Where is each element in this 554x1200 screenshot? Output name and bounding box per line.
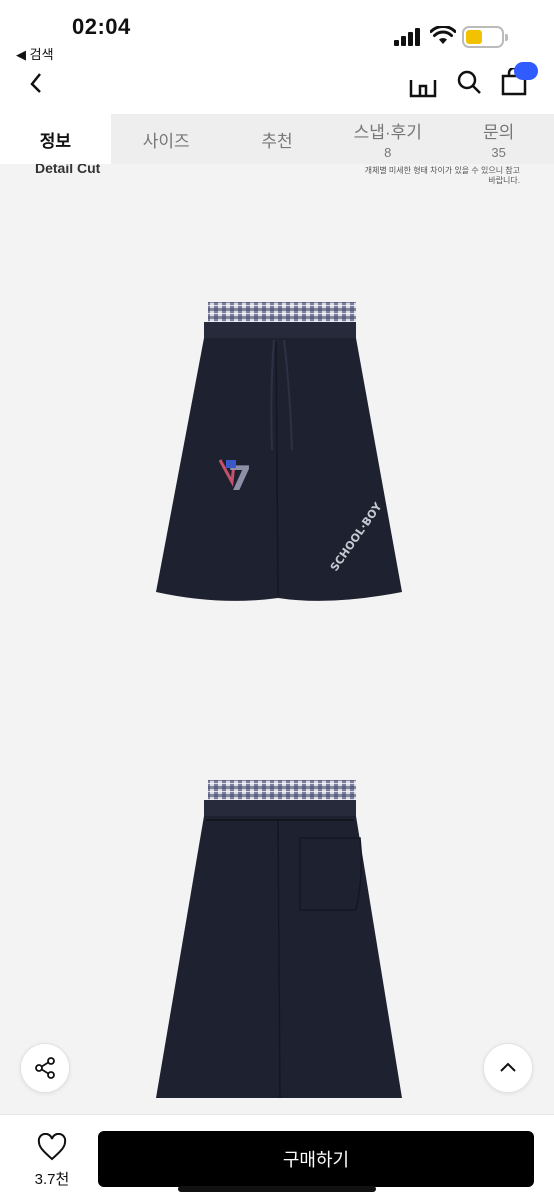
back-to-search-link[interactable]: ◀ 검색 [16,44,54,63]
notice-text: 개체별 미세한 형태 차이가 있을 수 있으니 참고 바랍니다. [364,166,520,185]
share-icon [35,1057,55,1079]
cart-badge [514,62,538,80]
tab-label: 정보 [39,131,72,151]
tab-count: 8 [384,145,392,160]
chevron-up-icon [500,1062,516,1072]
buy-button[interactable]: 구매하기 [98,1131,534,1187]
tab-info[interactable]: 정보 [0,114,111,164]
wifi-icon [430,26,456,44]
product-tabs: 정보 사이즈 추천 스냅·후기 8 문의 35 [0,114,554,164]
like-count: 3.7천 [34,1171,70,1188]
home-icon[interactable] [408,70,438,98]
tab-label: 스냅·후기 [353,123,422,142]
section-title: Detail Cut [35,164,101,176]
tab-label: 추천 [261,131,293,151]
cellular-signal-icon [394,28,422,46]
status-bar: 02:04 ◀ 검색 [0,0,554,64]
tab-count: 35 [491,145,506,160]
search-icon[interactable] [454,68,484,96]
home-indicator [178,1186,376,1192]
product-detail-content: Detail Cut 개체별 미세한 형태 차이가 있을 수 있으니 참고 바랍… [0,164,554,1114]
shorts-front-image: 7 SCHOOL·BOY [156,302,402,601]
chevron-left-icon[interactable] [26,70,48,94]
tab-label: 문의 [482,123,515,142]
tab-label: 사이즈 [142,131,190,151]
shorts-back-image [156,780,402,1099]
battery-icon [462,26,508,48]
share-button[interactable] [20,1043,70,1093]
status-time: 02:04 [72,14,131,39]
like-button[interactable]: 3.7천 [24,1132,80,1189]
tab-size[interactable]: 사이즈 [111,114,222,164]
tab-inquiry[interactable]: 문의 35 [443,114,554,164]
top-nav [0,64,554,114]
heart-icon [37,1132,67,1161]
scroll-top-button[interactable] [483,1043,533,1093]
tab-recommend[interactable]: 추천 [222,114,333,164]
tab-snap-review[interactable]: 스냅·후기 8 [332,114,443,164]
